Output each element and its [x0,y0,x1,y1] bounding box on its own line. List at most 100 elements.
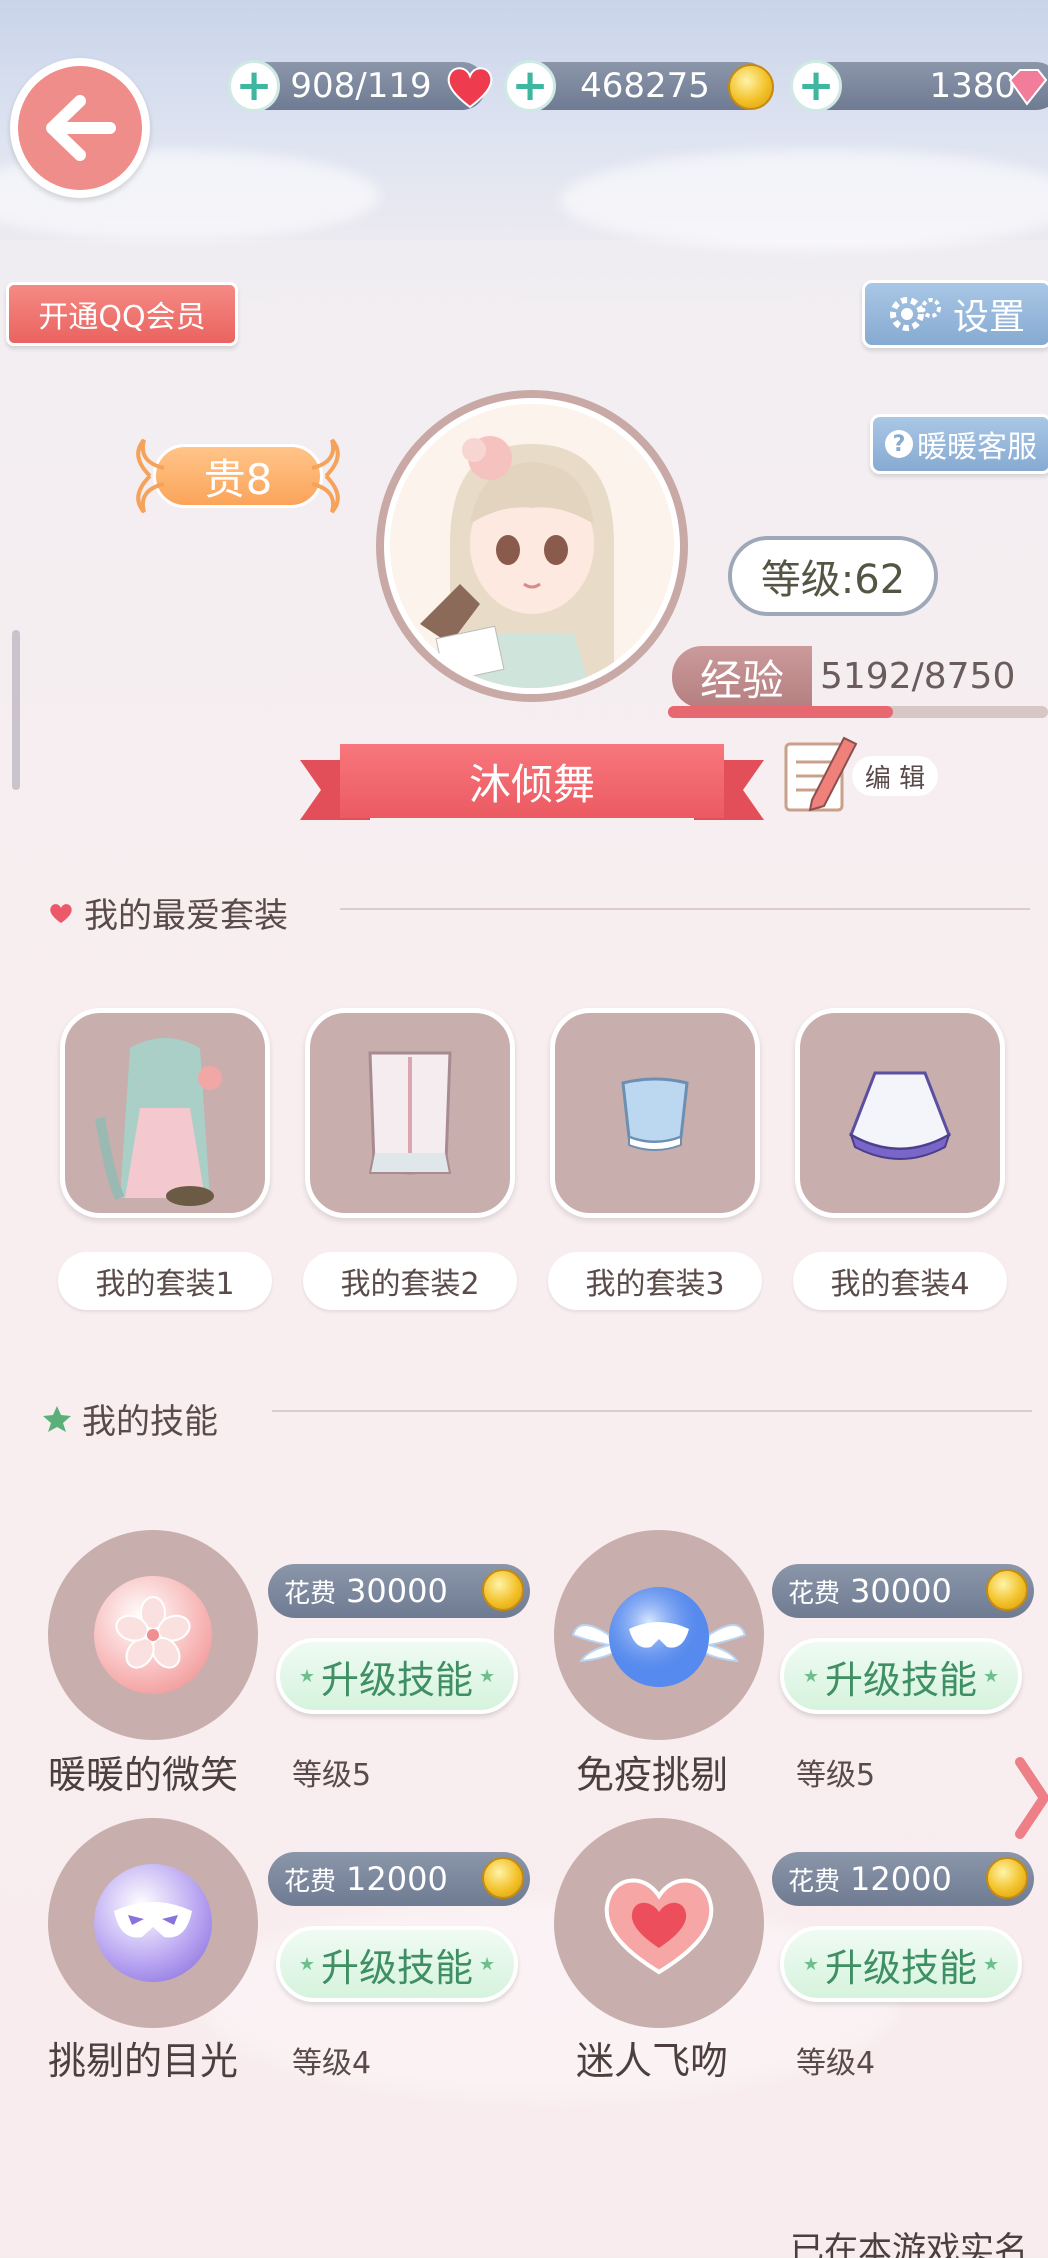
skill-level-1: 等级5 [292,1758,372,1793]
skill-name-3: 挑剔的目光 [48,2039,239,2083]
cost-label: 花费 [284,1578,337,1609]
mask-icon [114,1902,192,1938]
star-icon: ★ [983,1953,1000,1975]
avatar[interactable] [376,390,688,702]
winged-mask-icon [571,1587,747,1687]
upgrade-skill-button-3[interactable]: ★ 升级技能 ★ [276,1926,518,2002]
cost-label: 花费 [788,1866,841,1897]
skill-cost-4: 花费 12000 [772,1852,1034,1906]
upgrade-label: 升级技能 [824,1657,977,1702]
skill-icon-2[interactable] [554,1530,764,1740]
diamond-value: 1380 [929,66,1016,106]
upgrade-label: 升级技能 [824,1945,977,1990]
question-icon: ? [885,430,913,458]
level-value: 等级:62 [760,557,906,603]
outfit-label-4[interactable]: 我的套装4 [793,1252,1007,1310]
vip-frame-icon [136,438,340,514]
divider [272,1410,1032,1412]
gear-icon [889,297,941,331]
star-icon: ★ [802,1665,819,1687]
settings-label: 设置 [952,297,1025,338]
star-icon: ★ [479,1953,496,1975]
footer-text: 已在本游戏实名 [790,2230,1028,2258]
coin-icon [482,1569,524,1611]
cost-value: 30000 [850,1572,952,1610]
skill-icon-4[interactable] [554,1818,764,2028]
exp-value: 5192/8750 [820,656,1016,697]
favorites-title: 我的最爱套装 [84,896,288,936]
skills-title: 我的技能 [82,1402,218,1442]
cost-label: 花费 [284,1866,337,1897]
edit-button[interactable]: 编 辑 [782,730,938,820]
heart-icon [447,67,493,109]
outfit-label-3[interactable]: 我的套装3 [548,1252,762,1310]
vip-badge[interactable]: 贵8 [120,432,356,520]
chevron-right-icon[interactable] [1014,1756,1048,1840]
stamina-value: 908/119 [290,66,432,106]
coin-icon [986,1857,1028,1899]
divider [340,908,1030,910]
sakura-icon [115,1596,191,1669]
star-icon: ★ [298,1665,315,1687]
outfit-label-1[interactable]: 我的套装1 [58,1252,272,1310]
star-icon: ★ [802,1953,819,1975]
cost-value: 12000 [850,1860,952,1898]
exp-label-text: 经验 [699,655,784,705]
diamond-icon [1008,69,1048,106]
add-stamina-button[interactable]: + [228,60,280,112]
name-ribbon: 沐倾舞 [300,744,764,828]
skill-name-4: 迷人飞吻 [576,2039,729,2083]
outfit-card-2[interactable] [305,1008,515,1218]
upgrade-skill-button-2[interactable]: ★ 升级技能 ★ [780,1638,1022,1714]
skill-level-3: 等级4 [292,2046,372,2081]
exp-label: 经验 [672,646,812,708]
star-icon: ★ [479,1665,496,1687]
character-portrait-icon [390,404,674,688]
skill-cost-2: 花费 30000 [772,1564,1034,1618]
exp-progress-fill [668,706,894,718]
outfit-full-icon [95,1038,222,1206]
coin-icon [986,1569,1028,1611]
star-icon: ★ [983,1665,1000,1687]
outfit-top-icon [621,1077,689,1151]
coin-icon [482,1857,524,1899]
player-name: 沐倾舞 [468,759,595,809]
skill-name-2: 免疫挑剔 [576,1753,729,1797]
gold-value: 468275 [580,66,710,106]
add-diamond-button[interactable]: + [790,60,842,112]
skill-icon-1[interactable] [48,1530,258,1740]
outfit-card-3[interactable] [550,1008,760,1218]
heart-icon [50,903,72,923]
back-button[interactable] [10,58,150,198]
outfit-card-1[interactable] [60,1008,270,1218]
outfit-skirt-icon [849,1071,951,1160]
settings-button[interactable]: 设置 [862,280,1048,348]
upgrade-label: 升级技能 [320,1945,473,1990]
arrow-left-icon [46,95,116,161]
add-gold-button[interactable]: + [504,60,556,112]
skill-level-4: 等级4 [796,2046,876,2081]
cost-value: 30000 [346,1572,448,1610]
star-icon [43,1405,71,1432]
exp-progress-bar [668,706,1048,718]
skill-cost-3: 花费 12000 [268,1852,530,1906]
edit-note-icon [784,736,858,812]
cost-label: 花费 [788,1578,841,1609]
upgrade-skill-button-4[interactable]: ★ 升级技能 ★ [780,1926,1022,2002]
scrollbar[interactable] [12,630,20,790]
favorites-heading: 我的最爱套装 [48,888,288,937]
outfit-label-2[interactable]: 我的套装2 [303,1252,517,1310]
edit-label: 编 辑 [852,756,938,796]
skills-heading: 我的技能 [42,1394,218,1443]
upgrade-label: 升级技能 [320,1657,473,1702]
qq-vip-button[interactable]: 开通QQ会员 [6,282,238,346]
support-button[interactable]: ? 暖暖客服 [870,414,1048,474]
qq-vip-label: 开通QQ会员 [38,300,206,335]
outfit-card-4[interactable] [795,1008,1005,1218]
upgrade-skill-button-1[interactable]: ★ 升级技能 ★ [276,1638,518,1714]
support-label: 暖暖客服 [917,430,1037,465]
skill-icon-3[interactable] [48,1818,258,2028]
star-icon: ★ [298,1953,315,1975]
outfit-corset-icon [368,1051,452,1175]
heart-icon [604,1878,714,1975]
